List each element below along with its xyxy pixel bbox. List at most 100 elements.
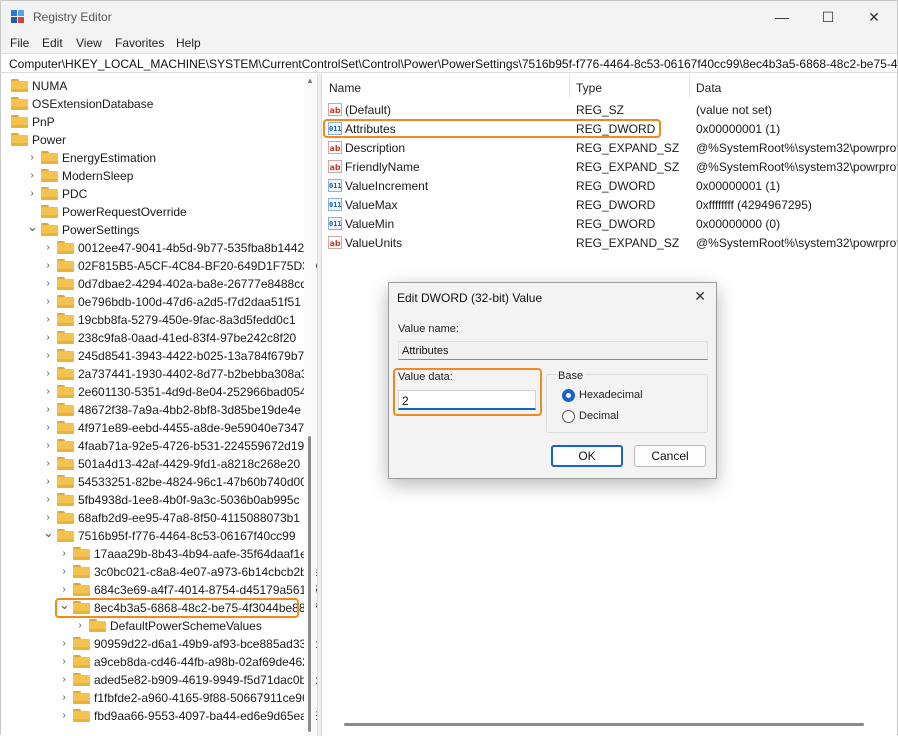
value-row[interactable]: 011 ValueMin REG_DWORD 0x00000000 (0) [322,214,897,233]
scroll-up-arrow-icon[interactable]: ▲ [306,76,314,85]
chevron-right-icon[interactable]: › [43,242,53,254]
chevron-right-icon[interactable]: › [59,656,69,668]
menu-edit[interactable]: Edit [42,36,63,50]
tree-item-label[interactable]: 501a4d13-42af-4429-9fd1-a8218c268e20 [78,457,300,471]
chevron-right-icon[interactable]: › [43,260,53,272]
chevron-right-icon[interactable]: › [27,188,37,200]
tree-item[interactable]: › 501a4d13-42af-4429-9fd1-a8218c268e20 [1,455,301,473]
tree-item-label[interactable]: 0d7dbae2-4294-402a-ba8e-26777e8488cd [78,277,307,291]
tree-item[interactable]: PowerRequestOverride [1,203,301,221]
menu-view[interactable]: View [76,36,102,50]
value-row[interactable]: 011 ValueIncrement REG_DWORD 0x00000001 (1) [322,176,897,195]
chevron-right-icon[interactable]: › [27,152,37,164]
tree-item-label[interactable]: PDC [62,187,87,201]
chevron-right-icon[interactable]: › [43,476,53,488]
chevron-right-icon[interactable]: › [43,314,53,326]
tree-item[interactable]: › 54533251-82be-4824-96c1-47b60b740d00 [1,473,307,491]
tree-item-label[interactable]: ModernSleep [62,169,133,183]
chevron-right-icon[interactable]: › [59,584,69,596]
chevron-right-icon[interactable]: › [59,692,69,704]
tree-item[interactable]: › DefaultPowerSchemeValues [1,617,301,635]
tree-item-label[interactable]: 0e796bdb-100d-47d6-a2d5-f7d2daa51f51 [78,295,301,309]
tree-item-label[interactable]: 17aaa29b-8b43-4b94-aafe-35f64daaf1ee [94,547,314,561]
chevron-right-icon[interactable]: › [59,548,69,560]
tree-item[interactable]: ⌄Power [1,130,301,149]
tree-item-label[interactable]: 54533251-82be-4824-96c1-47b60b740d00 [78,475,307,489]
address-path[interactable]: Computer\HKEY_LOCAL_MACHINE\SYSTEM\Curre… [9,57,897,71]
tree-item-label[interactable]: 2e601130-5351-4d9d-8e04-252966bad054 [78,385,307,399]
tree-item[interactable]: › 3c0bc021-c8a8-4e07-a973-6b14cbcb2b7e [1,563,317,581]
chevron-right-icon[interactable]: › [43,278,53,290]
tree-item-label[interactable]: PowerSettings [62,223,139,237]
column-separator[interactable] [569,74,570,98]
tree-item-label[interactable]: 5fb4938d-1ee8-4b0f-9a3c-5036b0ab995c [78,493,300,507]
chevron-right-icon[interactable]: › [43,494,53,506]
tree-item-label[interactable]: f1fbfde2-a960-4165-9f88-50667911ce96 [94,691,309,705]
tree-item-label[interactable]: PowerRequestOverride [62,205,187,219]
column-type-header[interactable]: Type [576,81,602,95]
tree-item-label[interactable]: 238c9fa8-0aad-41ed-83f4-97be242c8f20 [78,331,296,345]
tree-item[interactable]: › 5fb4938d-1ee8-4b0f-9a3c-5036b0ab995c [1,491,301,509]
tree-item[interactable]: OSExtensionDatabase [1,95,301,113]
chevron-down-icon[interactable]: ⌄ [43,526,54,539]
chevron-down-icon[interactable]: ⌄ [27,220,38,233]
tree-item[interactable]: › 0d7dbae2-4294-402a-ba8e-26777e8488cd [1,275,307,293]
hexadecimal-radio[interactable] [562,389,575,402]
tree-item[interactable]: › 17aaa29b-8b43-4b94-aafe-35f64daaf1ee [1,545,314,563]
minimize-button[interactable]: — [759,1,805,33]
tree-item[interactable]: PnP [1,113,301,131]
chevron-right-icon[interactable]: › [43,296,53,308]
hexadecimal-label[interactable]: Hexadecimal [579,389,643,401]
tree-item-label[interactable]: 90959d22-d6a1-49b9-af93-bce885ad335b [94,637,317,651]
tree-item[interactable]: › 0e796bdb-100d-47d6-a2d5-f7d2daa51f51 [1,293,301,311]
tree-item-label[interactable]: 02F815B5-A5CF-4C84-BF20-649D1F75D3D8 [78,259,317,273]
chevron-right-icon[interactable]: › [43,332,53,344]
value-row[interactable]: ab Description REG_EXPAND_SZ @%SystemRoot%\… [322,138,897,157]
tree-item[interactable]: NUMA [1,77,301,95]
tree-item[interactable]: › PDC [1,185,301,203]
tree-item-label[interactable]: PnP [32,115,55,129]
chevron-right-icon[interactable]: › [43,404,53,416]
menu-file[interactable]: File [10,36,29,50]
maximize-button[interactable]: ☐ [805,1,851,33]
decimal-label[interactable]: Decimal [579,410,619,422]
tree-item-label[interactable]: 3c0bc021-c8a8-4e07-a973-6b14cbcb2b7e [94,565,317,579]
tree-item[interactable]: › 90959d22-d6a1-49b9-af93-bce885ad335b [1,635,317,653]
cancel-button[interactable]: Cancel [634,445,706,467]
chevron-right-icon[interactable]: › [27,170,37,182]
values-horizontal-scrollbar[interactable] [322,717,897,731]
tree-scroll-thumb[interactable] [308,436,311,732]
chevron-right-icon[interactable]: › [59,674,69,686]
tree-item-label[interactable]: EnergyEstimation [62,151,156,165]
chevron-right-icon[interactable]: › [59,638,69,650]
tree-item-label[interactable]: 684c3e69-a4f7-4014-8754-d45179a56167 [94,583,317,597]
dialog-close-icon[interactable]: ✕ [694,288,706,305]
chevron-right-icon[interactable]: › [59,710,69,722]
close-button[interactable]: ✕ [851,1,897,33]
column-separator[interactable] [689,74,690,98]
tree-item[interactable]: › 245d8541-3943-4422-b025-13a784f679b7 [1,347,304,365]
address-bar[interactable]: Computer\HKEY_LOCAL_MACHINE\SYSTEM\Curre… [1,53,897,73]
tree-item[interactable]: › 238c9fa8-0aad-41ed-83f4-97be242c8f20 [1,329,301,347]
tree-item[interactable]: ⌄ PowerSettings [1,220,301,239]
menu-help[interactable]: Help [176,36,201,50]
value-row[interactable]: ab ValueUnits REG_EXPAND_SZ @%SystemRoot%\s… [322,233,897,252]
tree-item-label[interactable]: Power [32,133,66,147]
column-name-header[interactable]: Name [329,81,361,95]
tree-item[interactable]: › a9ceb8da-cd46-44fb-a98b-02af69de4623 [1,653,316,671]
column-data-header[interactable]: Data [696,81,721,95]
tree-item[interactable]: › EnergyEstimation [1,149,301,167]
tree-item[interactable]: › 19cbb8fa-5279-450e-9fac-8a3d5fedd0c1 [1,311,301,329]
tree-item[interactable]: › f1fbfde2-a960-4165-9f88-50667911ce96 [1,689,309,707]
value-row[interactable]: ab FriendlyName REG_EXPAND_SZ @%SystemRoot%… [322,157,897,176]
chevron-right-icon[interactable]: › [43,512,53,524]
tree-item-label[interactable]: 48672f38-7a9a-4bb2-8bf8-3d85be19de4e [78,403,301,417]
tree-item[interactable]: › fbd9aa66-9553-4097-ba44-ed6e9d65eab8 [1,707,317,725]
tree-item-label[interactable]: OSExtensionDatabase [32,97,153,111]
tree-item-label[interactable]: DefaultPowerSchemeValues [110,619,262,633]
tree-item[interactable]: › 48672f38-7a9a-4bb2-8bf8-3d85be19de4e [1,401,301,419]
tree-item-label[interactable]: 0012ee47-9041-4b5d-9b77-535fba8b1442 [78,241,304,255]
tree-item-label[interactable]: NUMA [32,79,67,93]
tree-item[interactable]: › 2a737441-1930-4402-8d77-b2bebba308a3 [1,365,308,383]
value-row[interactable]: ab (Default) REG_SZ (value not set) [322,100,897,119]
